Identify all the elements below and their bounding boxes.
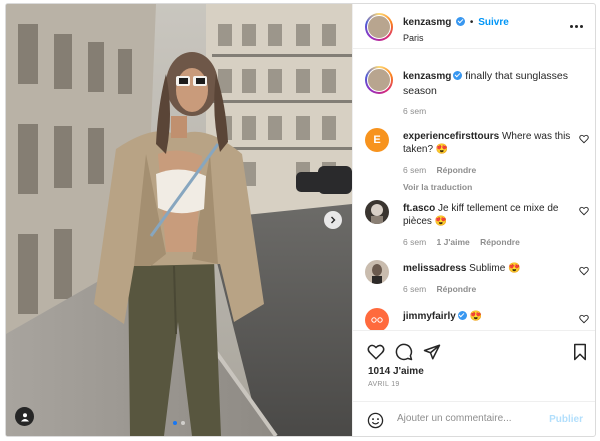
carousel-dot (173, 421, 177, 425)
post-header: kenzasmg • Suivre Paris (353, 4, 595, 49)
follow-button[interactable]: Suivre (478, 17, 509, 28)
post-caption: kenzasmg finally that sunglasses season … (365, 66, 591, 116)
post-date: AVRIL 19 (368, 381, 400, 388)
comment-body: jimmyfairly 😍 (403, 310, 573, 323)
action-icons-row (367, 343, 589, 363)
comment-username[interactable]: melissadress (403, 263, 466, 274)
bookmark-icon[interactable] (571, 343, 589, 361)
comment-body: experiencefirsttours Where was this take… (403, 130, 573, 194)
reply-button[interactable]: Répondre (437, 165, 477, 175)
comment-item: melissadress Sublime 😍 6 sem Répondre (365, 260, 591, 300)
comment-username[interactable]: jimmyfairly (403, 311, 456, 322)
author-avatar[interactable] (365, 66, 393, 94)
comment-item: jimmyfairly 😍 (365, 308, 591, 330)
comment-meta: 6 sem Répondre (403, 283, 573, 296)
verified-badge-icon (457, 311, 467, 320)
comment-like-heart-icon[interactable] (579, 206, 589, 216)
post-photo[interactable] (6, 4, 352, 436)
comment-body: melissadress Sublime 😍 6 sem Répondre (403, 262, 573, 296)
comment-time: 6 sem (403, 284, 427, 294)
next-slide-button[interactable] (324, 211, 342, 229)
comment-meta: 6 sem 1 J'aime Répondre (403, 236, 573, 249)
carousel-dots (6, 421, 352, 425)
avatar-letter: E (373, 134, 381, 146)
heart-icon[interactable] (367, 343, 385, 361)
comment-text: 😍 (469, 311, 483, 322)
caption-body: kenzasmg finally that sunglasses season … (403, 69, 573, 118)
comment-like-heart-icon[interactable] (579, 266, 589, 276)
comment-likes-count[interactable]: 1 J'aime (437, 237, 470, 247)
reply-button[interactable]: Répondre (480, 237, 520, 247)
commenter-avatar[interactable] (365, 308, 389, 330)
publish-button[interactable]: Publier (549, 414, 583, 425)
header-title-row: kenzasmg • Suivre (403, 17, 509, 28)
user-tag-icon (20, 412, 29, 421)
more-dots-icon (570, 25, 573, 28)
author-username[interactable]: kenzasmg (403, 17, 451, 28)
post-actions: 1014 J'aime AVRIL 19 Publier (353, 330, 595, 436)
author-avatar[interactable] (365, 13, 393, 41)
caption-meta: 6 sem (403, 104, 573, 118)
comment-item: E experiencefirsttours Where was this ta… (365, 128, 591, 192)
comment-input[interactable] (397, 413, 547, 424)
comment-like-heart-icon[interactable] (579, 314, 589, 324)
commenter-avatar[interactable] (365, 200, 389, 224)
chevron-right-icon (331, 216, 336, 224)
commenter-avatar[interactable]: E (365, 128, 389, 152)
verified-badge-icon (456, 17, 466, 26)
carousel-dot (181, 421, 185, 425)
see-translation-button[interactable]: Voir la traduction (403, 181, 573, 194)
post-location[interactable]: Paris (403, 33, 424, 43)
commenter-avatar[interactable] (365, 260, 389, 284)
post-dialog: kenzasmg • Suivre Paris kenzasmg finally… (5, 3, 596, 437)
verified-badge-icon (453, 71, 463, 80)
likes-count[interactable]: 1014 J'aime (368, 366, 424, 377)
street-photo-image (6, 4, 352, 436)
comment-text: Sublime 😍 (469, 263, 521, 274)
comment-username[interactable]: ft.asco (403, 203, 435, 214)
comment-time: 6 sem (403, 237, 427, 247)
caption-time: 6 sem (403, 106, 427, 116)
comment-bubble-icon[interactable] (395, 343, 413, 361)
comment-like-heart-icon[interactable] (579, 134, 589, 144)
comment-username[interactable]: experiencefirsttours (403, 131, 499, 142)
comment-time: 6 sem (403, 165, 427, 175)
comment-meta: 6 sem Répondre (403, 164, 573, 177)
post-side-panel: kenzasmg • Suivre Paris kenzasmg finally… (352, 4, 595, 436)
paper-plane-icon[interactable] (423, 343, 441, 361)
comments-list[interactable]: kenzasmg finally that sunglasses season … (353, 50, 595, 330)
separator-dot: • (469, 17, 474, 28)
more-options-button[interactable] (570, 25, 583, 28)
emoji-icon[interactable] (367, 412, 384, 429)
comment-item: ft.asco Je kiff tellement ce mixe de piè… (365, 200, 591, 250)
add-comment-bar: Publier (353, 401, 595, 436)
caption-username[interactable]: kenzasmg (403, 71, 451, 82)
comment-body: ft.asco Je kiff tellement ce mixe de piè… (403, 202, 573, 249)
reply-button[interactable]: Répondre (437, 284, 477, 294)
